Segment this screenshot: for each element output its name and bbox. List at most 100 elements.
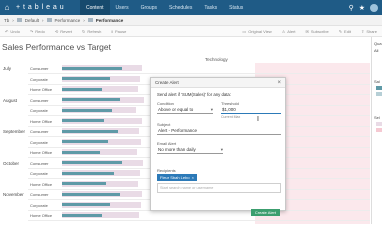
pause-button[interactable]: ‖ Pause bbox=[106, 29, 131, 34]
segment-label: Corporate bbox=[30, 171, 48, 176]
share-label: Share bbox=[366, 28, 377, 34]
selection-legend-label: Sel bbox=[374, 115, 380, 120]
row-divider bbox=[28, 73, 370, 74]
nav-tab-status[interactable]: Status bbox=[223, 0, 249, 15]
sales-legend-label: Sal bbox=[374, 79, 380, 84]
subscribe-button[interactable]: ✉ Subscribe bbox=[301, 29, 334, 34]
viz-title: Sales Performance vs Target bbox=[2, 42, 111, 52]
segment-label: Home Office bbox=[30, 181, 53, 187]
threshold-hint: Current Max bbox=[221, 115, 241, 119]
sales-bar[interactable] bbox=[62, 182, 106, 185]
email-frequency-select[interactable]: No more than daily ▾ bbox=[157, 146, 223, 154]
remove-recipient-icon[interactable]: × bbox=[192, 175, 194, 180]
sales-bar[interactable] bbox=[62, 171, 114, 175]
nav-tab-tasks[interactable]: Tasks bbox=[198, 0, 223, 15]
sales-bar[interactable] bbox=[62, 108, 112, 112]
pause-label: Pause bbox=[115, 28, 127, 34]
breadcrumb-item-site[interactable]: Tb bbox=[4, 18, 9, 23]
segment-label: Home Office bbox=[30, 150, 53, 155]
close-icon[interactable]: × bbox=[277, 80, 281, 86]
sales-bar[interactable] bbox=[62, 150, 100, 154]
original-view-label: Original View bbox=[248, 28, 272, 34]
chevron-down-icon: ▾ bbox=[210, 106, 213, 112]
favorite-star-icon[interactable]: ★ bbox=[359, 4, 365, 12]
revert-button[interactable]: ⟲ Revert bbox=[50, 29, 77, 34]
segment-label: Corporate bbox=[30, 108, 48, 113]
segment-label: Home Office bbox=[30, 118, 53, 124]
segment-label: Corporate bbox=[30, 139, 48, 145]
alert-button[interactable]: ⚠ Alert bbox=[277, 29, 301, 34]
recipients-label: Recipients bbox=[157, 168, 176, 173]
sales-bar[interactable] bbox=[62, 192, 120, 196]
refresh-icon: ↻ bbox=[81, 28, 86, 34]
legend-swatch-sales bbox=[376, 86, 382, 90]
alert-icon: ⚠ bbox=[281, 28, 286, 34]
legend-swatch-target bbox=[376, 122, 382, 126]
redo-label: Redo bbox=[35, 28, 45, 34]
sheet-icon bbox=[87, 18, 93, 22]
original-view-button[interactable]: ▭ Original View bbox=[237, 29, 276, 34]
undo-label: Undo bbox=[10, 28, 20, 34]
nav-tab-users[interactable]: Users bbox=[110, 0, 135, 15]
sales-bar[interactable] bbox=[62, 203, 110, 206]
share-button[interactable]: ⇪ Share bbox=[356, 29, 382, 34]
sales-bar[interactable] bbox=[62, 140, 108, 143]
sales-bar[interactable] bbox=[62, 213, 102, 217]
sales-bar[interactable] bbox=[62, 66, 122, 70]
legend-swatch-target-alt bbox=[376, 128, 382, 132]
recipient-chip[interactable]: Fleur Sbah Lebo × bbox=[157, 174, 197, 181]
sales-bar[interactable] bbox=[62, 119, 104, 122]
segment-label: Consumer bbox=[30, 192, 49, 197]
sales-bar[interactable] bbox=[62, 77, 110, 80]
nav-tab-schedules[interactable]: Schedules bbox=[163, 0, 198, 15]
column-header: Technology bbox=[205, 57, 228, 62]
mail-icon: ✉ bbox=[305, 28, 309, 34]
breadcrumb-item-workbook[interactable]: Performance bbox=[55, 18, 81, 23]
chevron-right-icon: › bbox=[12, 17, 14, 23]
month-label: July bbox=[3, 66, 12, 71]
edit-button[interactable]: ✎ Edit bbox=[334, 29, 356, 34]
breadcrumb-item-view: Performance bbox=[95, 17, 124, 23]
user-avatar[interactable] bbox=[370, 3, 378, 12]
breadcrumb-item-project[interactable]: Default bbox=[25, 18, 39, 23]
alert-label: Alert bbox=[287, 28, 296, 34]
folder-icon bbox=[16, 18, 22, 22]
quarter-filter-value[interactable]: All bbox=[374, 48, 378, 53]
condition-select[interactable]: Above or equal to ▾ bbox=[157, 106, 213, 114]
segment-label: Corporate bbox=[30, 202, 48, 208]
segment-label: Home Office bbox=[30, 87, 53, 92]
segment-label: Consumer bbox=[30, 129, 49, 134]
home-icon[interactable]: ⌂ bbox=[0, 0, 14, 15]
create-alert-button[interactable]: Create Alert bbox=[250, 209, 280, 216]
create-alert-dialog: Create Alert × Send alert if 'SUM(Sales)… bbox=[150, 77, 286, 216]
undo-button[interactable]: ↶ Undo bbox=[0, 29, 25, 34]
refresh-button[interactable]: ↻ Refresh bbox=[77, 29, 106, 34]
email-frequency-value: No more than daily bbox=[158, 147, 196, 152]
recipient-search-input[interactable]: Start search name or username bbox=[157, 183, 281, 193]
redo-button[interactable]: ↷ Redo bbox=[25, 29, 50, 34]
nav-right-tools: ⚲ ★ bbox=[349, 3, 382, 12]
sales-bar[interactable] bbox=[62, 87, 102, 91]
subscribe-label: Subscribe bbox=[310, 28, 329, 34]
quarter-filter-label: Qua bbox=[374, 41, 382, 46]
sales-bar[interactable] bbox=[62, 161, 122, 164]
chevron-right-icon: › bbox=[42, 17, 44, 23]
pencil-icon: ✎ bbox=[338, 28, 343, 34]
sales-bar[interactable] bbox=[62, 129, 118, 133]
refresh-label: Refresh bbox=[87, 28, 102, 34]
dialog-title: Create Alert bbox=[155, 80, 179, 85]
month-label: October bbox=[3, 160, 20, 166]
nav-tabs: Content Users Groups Schedules Tasks Sta… bbox=[80, 0, 249, 15]
subject-input[interactable]: Alert - Performance bbox=[157, 127, 281, 135]
sales-bar[interactable] bbox=[62, 98, 120, 101]
recipient-name: Fleur Sbah Lebo bbox=[160, 175, 190, 180]
tableau-logo[interactable]: + t a b l e a u bbox=[16, 4, 66, 11]
segment-label: Consumer bbox=[30, 66, 49, 71]
nav-tab-content[interactable]: Content bbox=[80, 0, 110, 15]
row-divider bbox=[28, 220, 370, 221]
threshold-input[interactable]: $1,000 bbox=[221, 106, 281, 114]
search-icon[interactable]: ⚲ bbox=[349, 4, 354, 12]
breadcrumb: Tb › Default › Performance › Performance bbox=[0, 15, 382, 26]
undo-icon: ↶ bbox=[5, 28, 9, 34]
nav-tab-groups[interactable]: Groups bbox=[135, 0, 163, 15]
